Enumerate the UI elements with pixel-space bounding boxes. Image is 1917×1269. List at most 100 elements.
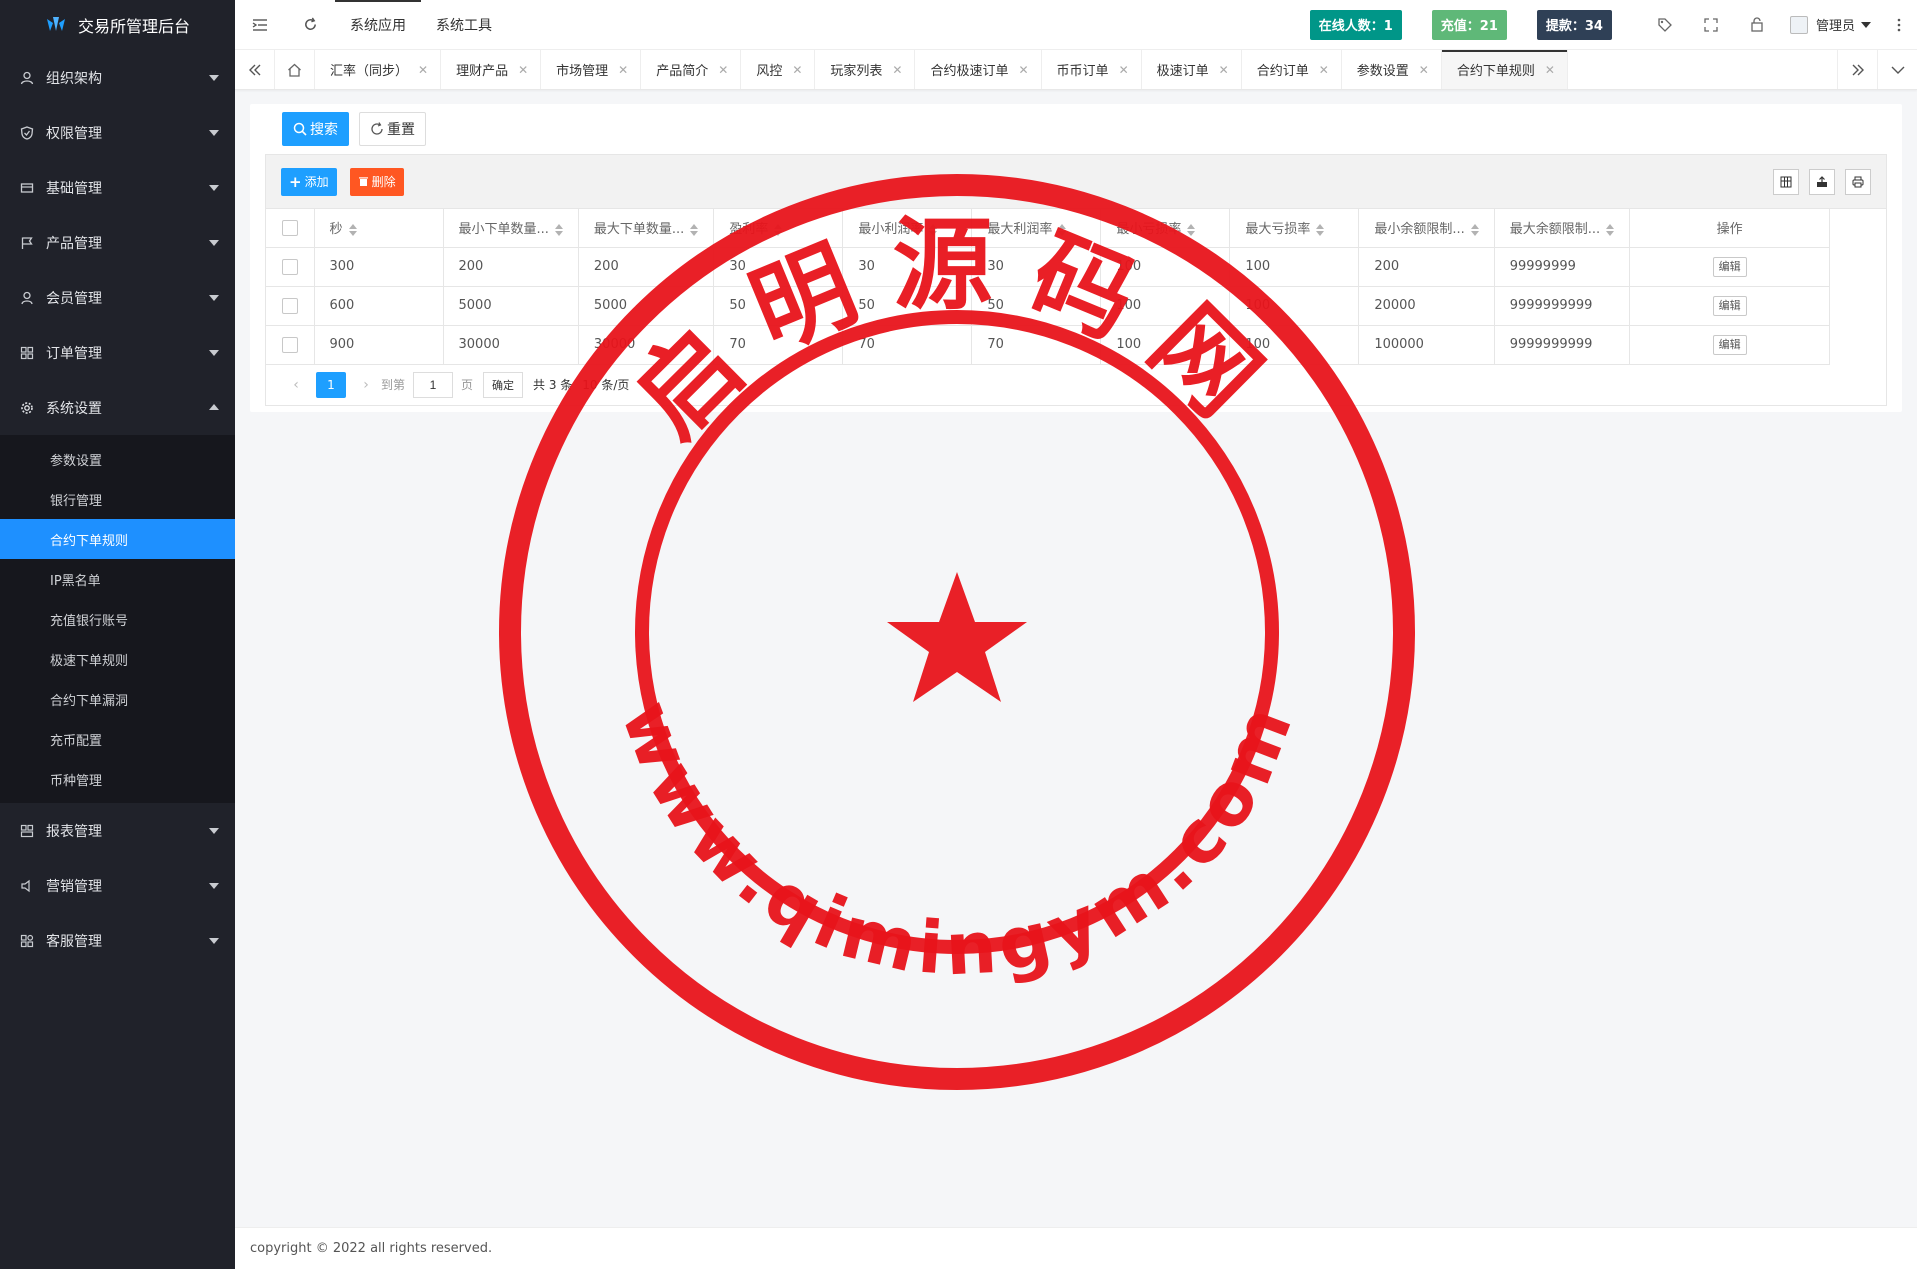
- tabs-scroll-right-icon[interactable]: [1837, 50, 1877, 89]
- col-header-min-balance-limit[interactable]: 最小余额限制...: [1358, 209, 1495, 248]
- nav-system-app[interactable]: 系统应用: [335, 0, 421, 50]
- submenu-item-contract-bug[interactable]: 合约下单漏洞: [0, 679, 235, 719]
- search-button[interactable]: 搜索: [282, 112, 349, 146]
- tab-players[interactable]: 玩家列表 ✕: [815, 50, 916, 89]
- edit-button[interactable]: 编辑: [1712, 256, 1747, 277]
- tag-icon[interactable]: [1642, 0, 1688, 50]
- submenu-item-contract-rules[interactable]: 合约下单规则: [0, 519, 235, 559]
- total-count: 共 3 条: [533, 378, 573, 392]
- row-checkbox[interactable]: [281, 258, 298, 275]
- next-page-icon[interactable]: ›: [351, 377, 381, 393]
- speaker-icon: [20, 879, 34, 893]
- close-icon[interactable]: ✕: [418, 63, 428, 77]
- add-button[interactable]: + 添加: [281, 167, 337, 196]
- tab-risk[interactable]: 风控 ✕: [741, 50, 816, 89]
- cell-seconds: 300: [314, 247, 444, 287]
- submenu-item-coin-config[interactable]: 充币配置: [0, 719, 235, 759]
- nav-system-tools[interactable]: 系统工具: [421, 0, 507, 50]
- sidebar-item-basic[interactable]: 基础管理: [0, 160, 235, 215]
- submenu-item-params[interactable]: 参数设置: [0, 439, 235, 479]
- fullscreen-icon[interactable]: [1688, 0, 1734, 50]
- more-vertical-icon[interactable]: [1881, 0, 1917, 50]
- tab-contract-order[interactable]: 合约订单 ✕: [1242, 50, 1342, 89]
- cell-max-profit-rate: 30: [971, 247, 1102, 287]
- user-menu[interactable]: 管理员: [1780, 0, 1881, 50]
- tab-params[interactable]: 参数设置 ✕: [1342, 50, 1442, 89]
- sort-icon[interactable]: [554, 223, 563, 236]
- sidebar-item-marketing[interactable]: 营销管理: [0, 858, 235, 913]
- submenu-item-fast-rules[interactable]: 极速下单规则: [0, 639, 235, 679]
- sidebar-item-system[interactable]: 系统设置: [0, 380, 235, 435]
- sort-icon[interactable]: [929, 223, 938, 236]
- tab-coin-order[interactable]: 币币订单 ✕: [1042, 50, 1142, 89]
- page-number-input[interactable]: [413, 371, 454, 398]
- col-header-max-loss-rate[interactable]: 最大亏损率: [1229, 209, 1360, 248]
- submenu-item-bank[interactable]: 银行管理: [0, 479, 235, 519]
- delete-button[interactable]: 删除: [349, 167, 404, 196]
- row-checkbox[interactable]: [281, 336, 298, 353]
- print-icon[interactable]: [1845, 168, 1871, 195]
- col-header-seconds[interactable]: 秒: [314, 209, 444, 248]
- tab-exchange-rate[interactable]: 汇率（同步） ✕: [315, 50, 442, 89]
- sort-icon[interactable]: [1316, 223, 1325, 236]
- reset-button[interactable]: 重置: [359, 112, 426, 146]
- export-icon[interactable]: [1809, 168, 1835, 195]
- close-icon[interactable]: ✕: [1319, 63, 1329, 77]
- tab-fast-order[interactable]: 极速订单 ✕: [1142, 50, 1242, 89]
- col-header-min-order-qty[interactable]: 最小下单数量...: [443, 209, 579, 248]
- refresh-icon[interactable]: [285, 0, 335, 50]
- edit-button[interactable]: 编辑: [1712, 295, 1747, 316]
- sort-icon[interactable]: [690, 223, 699, 236]
- edit-button[interactable]: 编辑: [1712, 334, 1747, 355]
- close-icon[interactable]: ✕: [1545, 63, 1555, 77]
- tab-contract-fast-order[interactable]: 合约极速订单 ✕: [915, 50, 1042, 89]
- sidebar-item-order[interactable]: 订单管理: [0, 325, 235, 380]
- row-checkbox[interactable]: [281, 297, 298, 314]
- goto-confirm-button[interactable]: 确定: [483, 371, 524, 398]
- col-header-max-profit-rate[interactable]: 最大利润率: [971, 209, 1102, 248]
- columns-filter-icon[interactable]: [1773, 168, 1799, 195]
- sort-icon[interactable]: [1606, 223, 1615, 236]
- tab-market[interactable]: 市场管理 ✕: [541, 50, 642, 89]
- submenu-item-currency[interactable]: 币种管理: [0, 759, 235, 799]
- tabs-menu-chevron-down-icon[interactable]: [1877, 50, 1917, 89]
- close-icon[interactable]: ✕: [518, 63, 528, 77]
- sort-icon[interactable]: [1470, 223, 1479, 236]
- sidebar-item-product[interactable]: 产品管理: [0, 215, 235, 270]
- close-icon[interactable]: ✕: [1419, 63, 1429, 77]
- col-header-max-order-qty[interactable]: 最大下单数量...: [578, 209, 715, 248]
- home-icon[interactable]: [275, 50, 315, 89]
- close-icon[interactable]: ✕: [892, 63, 902, 77]
- close-icon[interactable]: ✕: [1119, 63, 1129, 77]
- tabs-scroll-left-icon[interactable]: [235, 50, 275, 89]
- sort-icon[interactable]: [1187, 223, 1196, 236]
- lock-icon[interactable]: [1734, 0, 1780, 50]
- col-header-min-profit-rate[interactable]: 最小利润率: [842, 209, 973, 248]
- page-size-select[interactable]: 10 条/页: [582, 376, 629, 393]
- submenu-item-ip-blacklist[interactable]: IP黑名单: [0, 559, 235, 599]
- submenu-item-recharge-bank[interactable]: 充值银行账号: [0, 599, 235, 639]
- tab-product-intro[interactable]: 产品简介 ✕: [641, 50, 742, 89]
- prev-page-icon[interactable]: ‹: [281, 377, 311, 393]
- close-icon[interactable]: ✕: [718, 63, 728, 77]
- tab-finance-product[interactable]: 理财产品 ✕: [441, 50, 542, 89]
- sidebar-item-org[interactable]: 组织架构: [0, 50, 235, 105]
- close-icon[interactable]: ✕: [1018, 63, 1028, 77]
- menu-toggle-icon[interactable]: [235, 0, 285, 50]
- sort-icon[interactable]: [774, 223, 783, 236]
- sidebar-item-report[interactable]: 报表管理: [0, 803, 235, 858]
- sidebar-item-permission[interactable]: 权限管理: [0, 105, 235, 160]
- sort-icon[interactable]: [348, 223, 357, 236]
- sidebar-item-service[interactable]: 客服管理: [0, 913, 235, 968]
- sidebar-item-member[interactable]: 会员管理: [0, 270, 235, 325]
- col-header-min-loss-rate[interactable]: 最小亏损率: [1100, 209, 1231, 248]
- current-page-button[interactable]: 1: [316, 371, 346, 398]
- tab-contract-rules[interactable]: 合约下单规则 ✕: [1441, 50, 1568, 89]
- select-all-checkbox[interactable]: [281, 219, 298, 236]
- close-icon[interactable]: ✕: [1219, 63, 1229, 77]
- col-header-max-balance-limit[interactable]: 最大余额限制...: [1494, 209, 1631, 248]
- sort-icon[interactable]: [1058, 223, 1067, 236]
- col-header-profit-rate[interactable]: 盈利率: [713, 209, 844, 248]
- close-icon[interactable]: ✕: [618, 63, 628, 77]
- close-icon[interactable]: ✕: [792, 63, 802, 77]
